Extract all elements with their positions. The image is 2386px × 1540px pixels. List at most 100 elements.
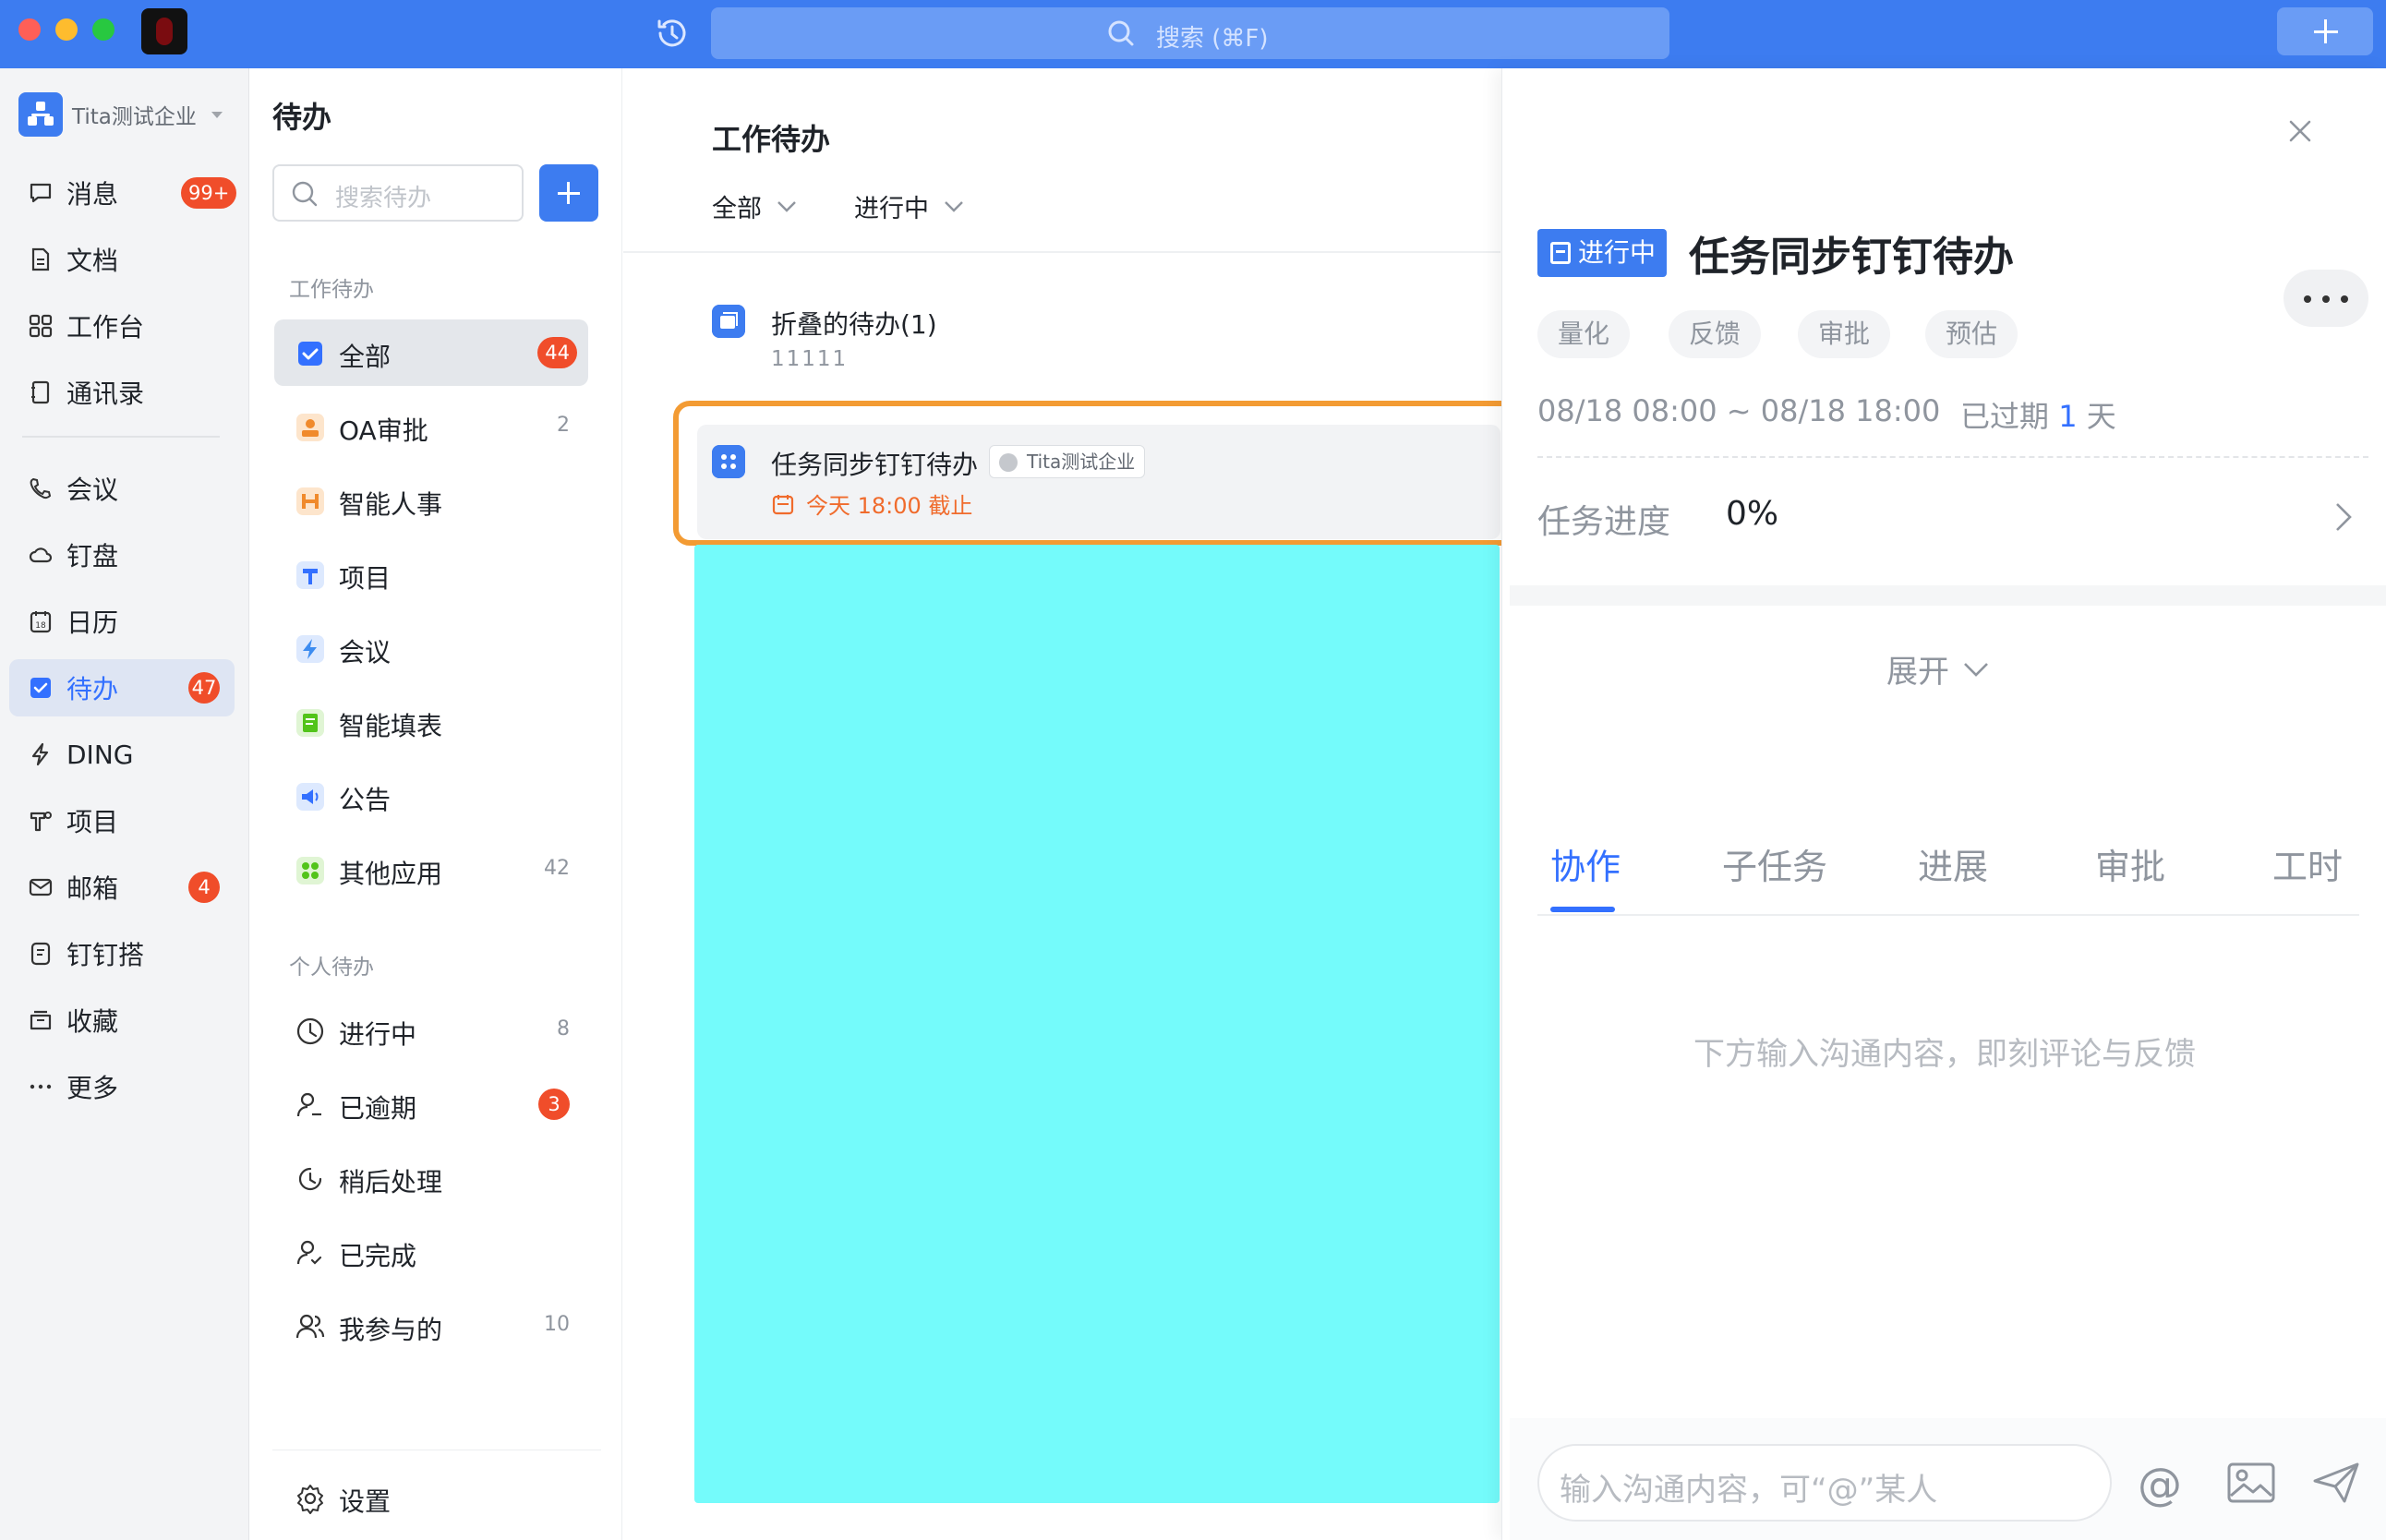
- tab-subtasks[interactable]: 子任务: [1722, 838, 1827, 889]
- count-label: 2: [557, 414, 570, 437]
- folded-todo-title: 折叠的待办(1): [771, 309, 937, 340]
- chevron-down-icon: [777, 200, 796, 212]
- meeting-icon: [30, 477, 52, 499]
- tab-approval[interactable]: 审批: [2095, 838, 2165, 889]
- checkbox-icon: [298, 342, 322, 366]
- nav-item-projects[interactable]: 项目: [9, 792, 235, 849]
- nav-item-mail[interactable]: 邮箱 4: [9, 859, 235, 916]
- todo-filter-overdue[interactable]: 已逾期 3: [274, 1071, 588, 1137]
- project-app-icon: [296, 561, 324, 589]
- list-title: 工作待办: [712, 122, 831, 157]
- tab-collaboration[interactable]: 协作: [1550, 838, 1621, 889]
- minimize-window-button[interactable]: [55, 18, 78, 41]
- count-badge: 3: [538, 1089, 570, 1120]
- count-badge: 44: [537, 337, 577, 368]
- overdue-days: 1: [2058, 399, 2078, 434]
- filter-label: 稍后处理: [339, 1167, 443, 1197]
- group-icon: [295, 1314, 325, 1339]
- nav-item-calendar[interactable]: 18 日历: [9, 593, 235, 650]
- task-date-range[interactable]: 08/18 08:00 ~ 08/18 18:00: [1537, 393, 1940, 428]
- chevron-down-icon: [1964, 662, 1988, 677]
- org-switcher[interactable]: Tita测试企业: [18, 92, 223, 137]
- image-icon[interactable]: [2226, 1461, 2276, 1505]
- later-icon: [298, 1167, 322, 1191]
- todo-filter-later[interactable]: 稍后处理: [274, 1145, 588, 1211]
- chip-quantify[interactable]: 量化: [1537, 310, 1631, 358]
- settings-button[interactable]: 设置: [274, 1464, 588, 1531]
- mention-icon[interactable]: @: [2138, 1459, 2182, 1510]
- todo-filter-all[interactable]: 全部 44: [274, 319, 588, 386]
- todo-filter-other-apps[interactable]: 其他应用 42: [274, 836, 588, 903]
- send-icon[interactable]: [2311, 1461, 2361, 1505]
- chip-approval[interactable]: 审批: [1798, 310, 1891, 358]
- expand-button[interactable]: 展开: [1886, 646, 1990, 692]
- history-icon[interactable]: [652, 13, 693, 54]
- nav-item-messages[interactable]: 消息 99+: [9, 164, 237, 222]
- global-search-input[interactable]: 搜索 (⌘F): [711, 7, 1669, 59]
- maximize-window-button[interactable]: [92, 18, 114, 41]
- empty-hint: 下方输入沟通内容，即刻评论与反馈: [1693, 1036, 2196, 1073]
- nav-label: 文档: [66, 246, 119, 276]
- global-search-placeholder: 搜索 (⌘F): [1156, 25, 1269, 53]
- task-title: 任务同步钉钉待办: [1689, 234, 2014, 281]
- nav-item-workbench[interactable]: 工作台: [9, 297, 235, 355]
- close-icon[interactable]: [2282, 113, 2319, 150]
- oa-approval-icon: [296, 414, 324, 441]
- todo-filter-completed[interactable]: 已完成: [274, 1219, 588, 1285]
- nav-label: DING: [66, 739, 134, 770]
- filter-label: 公告: [339, 785, 392, 815]
- org-name: Tita测试企业: [72, 105, 197, 129]
- tab-progress[interactable]: 进展: [1918, 838, 1988, 889]
- nav-item-favorites[interactable]: 收藏: [9, 992, 235, 1049]
- calendar-icon: 18: [30, 611, 52, 633]
- gear-icon: [297, 1485, 323, 1514]
- nav-item-meetings[interactable]: 会议: [9, 460, 235, 517]
- nav-item-todo[interactable]: 待办 47: [9, 659, 235, 716]
- chevron-down-icon: [945, 200, 963, 212]
- hourglass-icon: [1550, 242, 1571, 264]
- unread-badge: 47: [188, 672, 220, 704]
- add-todo-button[interactable]: [539, 164, 598, 222]
- nav-item-builder[interactable]: 钉钉搭: [9, 925, 235, 982]
- nav-item-drive[interactable]: 钉盘: [9, 526, 235, 584]
- chip-estimate[interactable]: 预估: [1925, 310, 2018, 358]
- comment-input[interactable]: 输入沟通内容，可“@”某人: [1537, 1444, 2112, 1522]
- status-badge: 进行中: [1537, 229, 1668, 277]
- filter-label: 进行中: [339, 1019, 417, 1050]
- todo-search-input[interactable]: 搜索待办: [272, 164, 524, 222]
- more-options-button[interactable]: [2284, 270, 2368, 327]
- todo-filter-announcements[interactable]: 公告: [274, 763, 588, 829]
- announcement-icon: [296, 783, 324, 811]
- overdue-indicator: 已过期 1 天: [1960, 393, 2116, 436]
- status-filter-dropdown[interactable]: 进行中: [854, 188, 964, 224]
- todo-search-placeholder: 搜索待办: [335, 185, 432, 212]
- org-logo-icon: [18, 92, 63, 137]
- nav-item-ding[interactable]: DING: [9, 726, 235, 783]
- document-icon: [31, 247, 50, 271]
- workbench-icon: [29, 314, 53, 338]
- nav-item-documents[interactable]: 文档: [9, 231, 235, 288]
- todo-filter-smart-hr[interactable]: 智能人事: [274, 467, 588, 534]
- todo-filter-smart-form[interactable]: 智能填表: [274, 689, 588, 755]
- scope-filter-dropdown[interactable]: 全部: [712, 188, 797, 224]
- search-icon: [1108, 20, 1134, 46]
- nav-label: 消息: [66, 179, 119, 210]
- todo-filter-meetings[interactable]: 会议: [274, 615, 588, 681]
- nav-item-contacts[interactable]: 通讯录: [9, 364, 235, 421]
- nav-label: 钉盘: [66, 541, 119, 571]
- nav-divider: [22, 436, 220, 438]
- todo-filter-projects[interactable]: 项目: [274, 541, 588, 608]
- chip-feedback[interactable]: 反馈: [1669, 310, 1762, 358]
- ding-icon: [31, 742, 49, 766]
- todo-filter-oa-approval[interactable]: OA审批 2: [274, 393, 588, 460]
- filter-label: OA审批: [339, 415, 428, 446]
- todo-filter-participated[interactable]: 我参与的 10: [274, 1293, 588, 1359]
- avatar[interactable]: [141, 8, 187, 54]
- filter-label: 会议: [339, 637, 392, 668]
- todo-filter-in-progress[interactable]: 进行中 8: [274, 997, 588, 1064]
- close-window-button[interactable]: [18, 18, 41, 41]
- nav-item-more[interactable]: 更多: [9, 1058, 235, 1115]
- message-icon: [30, 183, 52, 203]
- tab-work-hours[interactable]: 工时: [2272, 838, 2343, 889]
- plus-icon[interactable]: [2277, 7, 2373, 55]
